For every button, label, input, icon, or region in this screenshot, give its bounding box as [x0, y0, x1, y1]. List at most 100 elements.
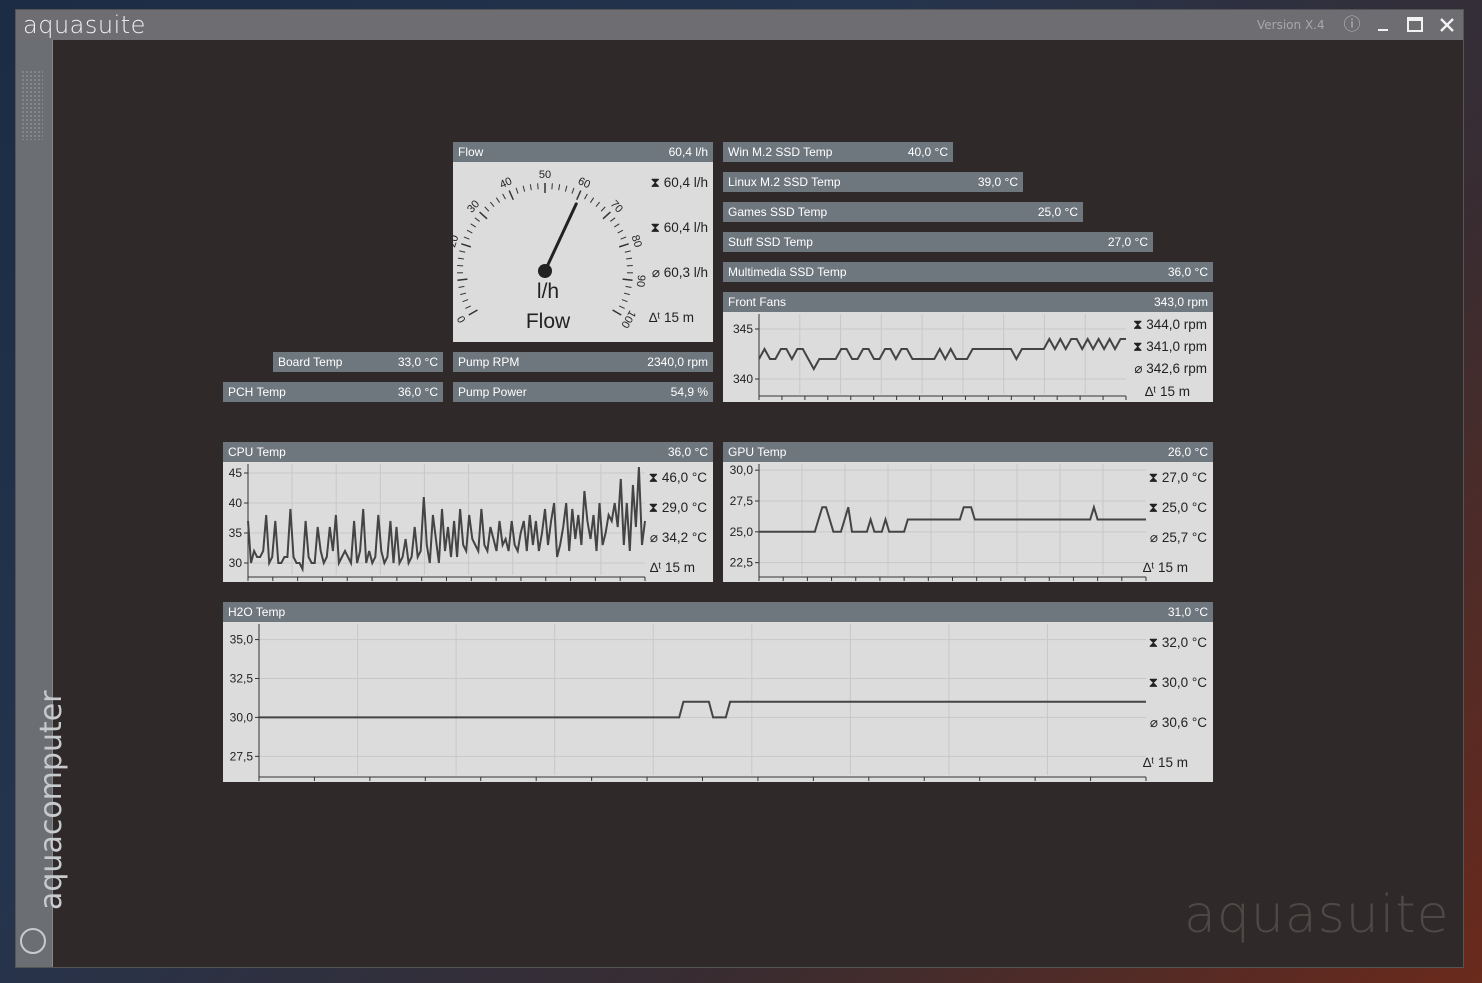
pump-power-bar[interactable]: Pump Power 54,9 %	[453, 382, 713, 402]
stat-min: ⧗ 25,0 °C	[1148, 500, 1207, 515]
pump-rpm-bar[interactable]: Pump RPM 2340,0 rpm	[453, 352, 713, 372]
min-icon: ⧗	[648, 500, 662, 515]
gauge-tick	[613, 223, 620, 228]
gauge-tick	[558, 184, 561, 191]
minimize-button[interactable]	[1371, 13, 1395, 37]
gauge-tick-label: 60	[576, 175, 592, 191]
bar-value: 36,0 °C	[1167, 265, 1208, 279]
bar-label: Board Temp	[278, 355, 343, 369]
stat-max: ⧗ 344,0 rpm	[1132, 317, 1207, 332]
flow-span: ∆ᵗ 15 m	[649, 310, 694, 325]
series-line	[758, 336, 1126, 372]
bar-label: Multimedia SSD Temp	[728, 265, 847, 279]
gpu-temp-chart: 30,0 27,5 25,0 22,5	[730, 463, 1147, 581]
max-icon: ⧗	[648, 470, 662, 485]
maximize-button[interactable]	[1403, 13, 1427, 37]
title-bar[interactable]: aquasuite Version X.4 ⓘ	[16, 10, 1463, 40]
stat-avg: ⌀ 342,6 rpm	[1134, 361, 1207, 376]
max-icon: ⧗	[1148, 470, 1162, 485]
flow-panel[interactable]: Flow 60,4 l/h 0 10 20 30 40 50 60 70 80 90 100 l/h…	[453, 142, 713, 342]
gauge-tick	[508, 190, 514, 201]
flow-max: ⧗ 60,4 l/h	[650, 175, 708, 190]
series-line	[247, 466, 646, 573]
y-tick-label: 32,5	[230, 671, 254, 685]
gauge-tick	[624, 250, 631, 253]
bar-value: 33,0 °C	[397, 355, 438, 369]
close-icon	[1440, 18, 1454, 32]
version-label: Version X.4	[1257, 18, 1325, 32]
stuff-ssd-temp-bar[interactable]: Stuff SSD Temp 27,0 °C	[723, 232, 1153, 252]
gauge-tick	[466, 229, 473, 234]
timespan-icon: ∆ᵗ	[1143, 755, 1158, 770]
timespan-icon: ∆ᵗ	[650, 560, 665, 575]
side-brand-text: aquacomputer	[34, 690, 69, 910]
gauge-tick	[479, 211, 488, 220]
y-tick-label: 30,0	[730, 463, 754, 477]
gpu-temp-panel[interactable]: GPU Temp 26,0 °C 30,0 27,5 25,0 22,5 ⧗ 27,0…	[723, 442, 1213, 582]
max-icon: ⧗	[650, 175, 664, 190]
stat-max: ⧗ 46,0 °C	[648, 470, 707, 485]
multimedia-ssd-temp-bar[interactable]: Multimedia SSD Temp 36,0 °C	[723, 262, 1213, 282]
cpu-temp-chart: 45 40 35 30	[229, 464, 646, 581]
y-tick-label: 30,0	[230, 710, 254, 724]
min-icon: ⧗	[1132, 339, 1147, 354]
stat-avg: ⌀ 30,6 °C	[1149, 715, 1207, 730]
stat-avg: ⌀ 25,7 °C	[1149, 530, 1207, 545]
gauge-tick	[571, 187, 575, 194]
gauge-tick	[576, 190, 582, 201]
avg-icon: ⌀	[1149, 715, 1162, 730]
gauge-needle	[543, 202, 578, 273]
stat-max: ⧗ 32,0 °C	[1148, 635, 1207, 650]
pch-temp-bar[interactable]: PCH Temp 36,0 °C	[223, 382, 443, 402]
timespan-icon: ∆ᵗ	[649, 310, 664, 325]
side-dots-pattern	[21, 70, 43, 140]
stat-max: ⧗ 27,0 °C	[1148, 470, 1207, 485]
y-tick-label: 22,5	[730, 556, 754, 570]
gauge-tick	[457, 257, 464, 260]
linux-ssd-temp-bar[interactable]: Linux M.2 SSD Temp 39,0 °C	[723, 172, 1023, 192]
gauge-tick	[474, 217, 480, 222]
gauge-tick-label: 80	[629, 234, 644, 249]
win-ssd-temp-bar[interactable]: Win M.2 SSD Temp 40,0 °C	[723, 142, 953, 162]
info-icon[interactable]: ⓘ	[1340, 13, 1364, 37]
h2o-temp-chart: 35,0 32,5 30,0 27,5	[230, 624, 1147, 781]
close-button[interactable]	[1435, 13, 1459, 37]
gauge-tick	[465, 305, 472, 309]
max-icon: ⧗	[1132, 317, 1147, 332]
bar-value: 27,0 °C	[1107, 235, 1148, 249]
gauge-tick	[618, 305, 625, 309]
gauge-tick	[522, 185, 526, 192]
avg-icon: ⌀	[1134, 361, 1147, 376]
front-fans-panel[interactable]: Front Fans 343,0 rpm 345 340 ⧗ 344,0 rpm …	[723, 292, 1213, 402]
gauge-tick	[463, 236, 470, 240]
gauge-tick	[470, 223, 477, 228]
gauge-tick	[626, 257, 633, 260]
max-icon: ⧗	[1148, 635, 1162, 650]
gauge-tick	[459, 250, 466, 253]
h2o-temp-panel[interactable]: H2O Temp 31,0 °C 35,0 32,5 30,0 27,5 ⧗ 32,0…	[223, 602, 1213, 782]
stat-span: ∆ᵗ 15 m	[650, 560, 695, 575]
bar-value: 39,0 °C	[977, 175, 1018, 189]
bar-value: 25,0 °C	[1037, 205, 1078, 219]
bar-value: 54,9 %	[670, 385, 708, 399]
gauge-tick	[564, 185, 568, 192]
gauge-tick	[484, 206, 490, 212]
gauge-tick	[620, 236, 627, 240]
bar-label: Pump RPM	[458, 355, 520, 369]
bar-label: Pump Power	[458, 385, 527, 399]
stat-span: ∆ᵗ 15 m	[1145, 384, 1190, 399]
bar-value: 40,0 °C	[907, 145, 948, 159]
flow-avg: ⌀ 60,3 l/h	[651, 265, 708, 280]
board-temp-bar[interactable]: Board Temp 33,0 °C	[273, 352, 443, 372]
gauge-tick	[515, 187, 519, 194]
y-tick-label: 40	[229, 496, 243, 510]
games-ssd-temp-bar[interactable]: Games SSD Temp 25,0 °C	[723, 202, 1083, 222]
stat-avg: ⌀ 34,2 °C	[649, 530, 707, 545]
gauge-tick	[617, 229, 624, 234]
stat-min: ⧗ 29,0 °C	[648, 500, 707, 515]
gauge-tick	[537, 183, 539, 190]
gauge-tick	[551, 183, 553, 190]
cpu-temp-panel[interactable]: CPU Temp 36,0 °C 45 40 35 30 ⧗ 46,0 °C ⧗ 29…	[223, 442, 713, 582]
y-tick-label: 35,0	[230, 633, 254, 647]
app-title: aquasuite	[23, 11, 146, 39]
